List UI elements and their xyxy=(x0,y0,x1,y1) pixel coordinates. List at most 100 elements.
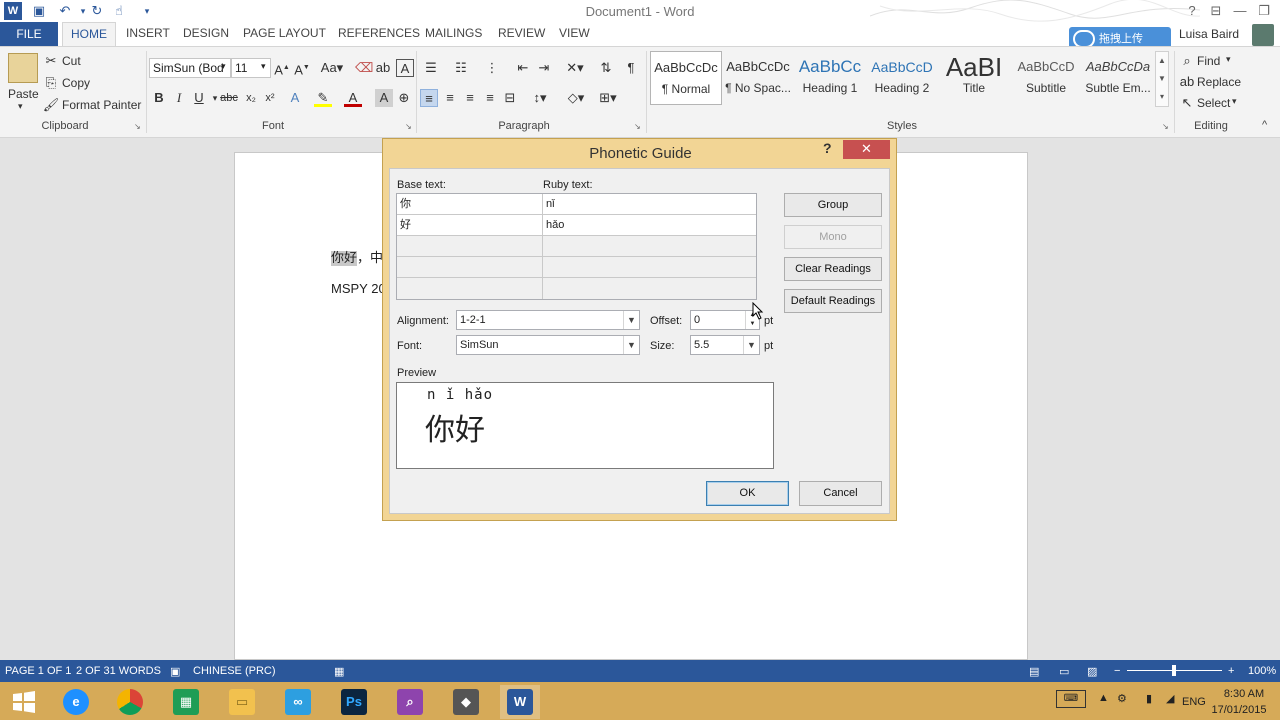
style-normal[interactable]: AaBbCcDc ¶ Normal xyxy=(650,51,722,105)
tab-insert[interactable]: INSERT xyxy=(126,26,170,40)
font-color-icon[interactable]: A xyxy=(344,89,362,107)
enclose-characters-icon[interactable]: ⊕ xyxy=(395,89,413,107)
highlight-icon[interactable]: ✎ xyxy=(314,89,332,107)
input-language[interactable]: ENG xyxy=(1182,696,1206,708)
alignment-select[interactable]: 1-2-1 ▼ xyxy=(456,310,640,330)
subscript-icon[interactable]: x₂ xyxy=(242,89,260,107)
clock-date[interactable]: 17/01/2015 xyxy=(1206,704,1272,716)
character-shading-icon[interactable]: A xyxy=(375,89,393,107)
group-button[interactable]: Group xyxy=(784,193,882,217)
tab-references[interactable]: REFERENCES xyxy=(338,26,420,40)
battery-icon[interactable]: ▮ xyxy=(1146,692,1152,705)
tab-file[interactable]: FILE xyxy=(0,22,58,46)
ruby-cell-2[interactable]: hǎo xyxy=(543,215,756,236)
ribbon-display-icon[interactable]: ⊟ xyxy=(1204,2,1228,20)
cut-button[interactable]: Cut xyxy=(62,54,81,68)
character-border-icon[interactable]: A xyxy=(396,59,414,77)
multilevel-list-icon[interactable]: ⋮ xyxy=(483,59,501,77)
styles-scroll[interactable]: ▲ ▼ ▾ xyxy=(1155,51,1169,107)
language-indicator[interactable]: CHINESE (PRC) xyxy=(193,665,276,677)
photoshop-icon[interactable]: Ps xyxy=(334,685,374,719)
search-app-icon[interactable]: ⌕ xyxy=(390,685,430,719)
chrome-icon[interactable] xyxy=(110,685,150,719)
distributed-icon[interactable]: ⊟ xyxy=(501,89,519,107)
cancel-button[interactable]: Cancel xyxy=(799,481,882,506)
clock-time[interactable]: 8:30 AM xyxy=(1213,688,1275,700)
phonetic-guide-icon[interactable]: ab xyxy=(374,59,392,77)
show-paragraph-marks-icon[interactable]: ¶ xyxy=(622,59,640,77)
strikethrough-icon[interactable]: abc xyxy=(220,89,238,107)
base-cell-2[interactable]: 好 xyxy=(397,215,543,236)
keyboard-icon[interactable]: ⌨ xyxy=(1056,690,1086,708)
font-select[interactable]: SimSun ▼ xyxy=(456,335,640,355)
size-select[interactable]: 5.5 ▼ xyxy=(690,335,760,355)
maximize-icon[interactable]: ❐ xyxy=(1252,2,1276,20)
touch-mode-icon[interactable]: ☝ xyxy=(110,2,128,20)
cloud-app-icon[interactable]: ∞ xyxy=(278,685,318,719)
zoom-in-icon[interactable]: + xyxy=(1228,665,1234,677)
zoom-out-icon[interactable]: − xyxy=(1114,665,1120,677)
borders-icon[interactable]: ⊞▾ xyxy=(595,89,621,107)
read-mode-icon[interactable]: ▤ xyxy=(1029,665,1039,678)
clear-formatting-icon[interactable]: ⌫ xyxy=(355,59,373,77)
proofing-icon[interactable]: ▣ xyxy=(170,665,180,678)
file-explorer-icon[interactable]: ▭ xyxy=(222,685,262,719)
ok-button[interactable]: OK xyxy=(706,481,789,506)
decrease-indent-icon[interactable]: ⇤ xyxy=(514,59,532,77)
tray-expand-icon[interactable]: ▲ xyxy=(1098,692,1109,704)
style-title[interactable]: AaBI Title xyxy=(938,51,1010,105)
change-case-icon[interactable]: Aa▾ xyxy=(319,59,345,77)
tab-view[interactable]: VIEW xyxy=(559,26,590,40)
bullets-icon[interactable]: ☰ xyxy=(422,59,440,77)
zoom-level[interactable]: 100% xyxy=(1248,665,1276,677)
style-no-spacing[interactable]: AaBbCcDc ¶ No Spac... xyxy=(722,51,794,105)
font-launcher-icon[interactable]: ↘ xyxy=(405,122,412,131)
web-layout-icon[interactable]: ▨ xyxy=(1087,665,1097,678)
align-center-icon[interactable]: ≡ xyxy=(441,89,459,107)
print-layout-icon[interactable]: ▭ xyxy=(1059,665,1069,678)
line-spacing-icon[interactable]: ↕▾ xyxy=(527,89,553,107)
recorder-app-icon[interactable]: ◆ xyxy=(446,685,486,719)
clipboard-launcher-icon[interactable]: ↘ xyxy=(134,122,141,131)
zoom-slider-thumb[interactable] xyxy=(1172,665,1176,676)
tab-design[interactable]: DESIGN xyxy=(183,26,229,40)
dialog-help-button[interactable]: ? xyxy=(823,140,839,156)
word-count[interactable]: 2 OF 31 WORDS xyxy=(76,665,161,677)
document-line-2[interactable]: MSPY 20 xyxy=(331,281,386,296)
font-name-combo[interactable]: SimSun (Bod xyxy=(149,58,231,78)
align-right-icon[interactable]: ≡ xyxy=(461,89,479,107)
italic-icon[interactable]: I xyxy=(170,89,188,107)
select-button[interactable]: Select xyxy=(1197,96,1230,110)
copy-button[interactable]: Copy xyxy=(62,76,90,90)
mono-button[interactable]: Mono xyxy=(784,225,882,249)
font-size-dropdown-icon[interactable]: ▾ xyxy=(261,61,266,72)
increase-indent-icon[interactable]: ⇥ xyxy=(535,59,553,77)
tab-review[interactable]: REVIEW xyxy=(498,26,545,40)
internet-explorer-icon[interactable]: e xyxy=(56,685,96,719)
shading-icon[interactable]: ◇▾ xyxy=(563,89,589,107)
style-subtle-emphasis[interactable]: AaBbCcDa Subtle Em... xyxy=(1082,51,1154,105)
customize-qat-icon[interactable]: ▾ xyxy=(138,2,156,20)
paste-button[interactable]: Paste xyxy=(8,87,39,101)
tab-home[interactable]: HOME xyxy=(62,22,116,47)
paste-dropdown-icon[interactable]: ▾ xyxy=(18,101,23,112)
user-name[interactable]: Luisa Baird xyxy=(1179,27,1239,41)
tab-page-layout[interactable]: PAGE LAYOUT xyxy=(243,26,326,40)
avatar[interactable] xyxy=(1252,24,1274,46)
justify-icon[interactable]: ≡ xyxy=(481,89,499,107)
bold-icon[interactable]: B xyxy=(150,89,168,107)
save-icon[interactable]: ▣ xyxy=(30,2,48,20)
alignment-dropdown-icon[interactable]: ▼ xyxy=(623,311,639,329)
default-readings-button[interactable]: Default Readings xyxy=(784,289,882,313)
superscript-icon[interactable]: x² xyxy=(261,89,279,107)
select-dropdown-icon[interactable]: ▾ xyxy=(1232,96,1237,107)
style-heading-2[interactable]: AaBbCcD Heading 2 xyxy=(866,51,938,105)
network-tray-icon[interactable]: ⚙ xyxy=(1117,692,1127,705)
dialog-close-button[interactable]: ✕ xyxy=(843,140,890,159)
clear-readings-button[interactable]: Clear Readings xyxy=(784,257,882,281)
styles-launcher-icon[interactable]: ↘ xyxy=(1162,122,1169,131)
help-icon[interactable]: ? xyxy=(1180,2,1204,20)
macro-icon[interactable]: ▦ xyxy=(334,665,344,678)
text-effects-icon[interactable]: A xyxy=(286,89,304,107)
document-line-1[interactable]: 你好，中 xyxy=(331,247,383,266)
